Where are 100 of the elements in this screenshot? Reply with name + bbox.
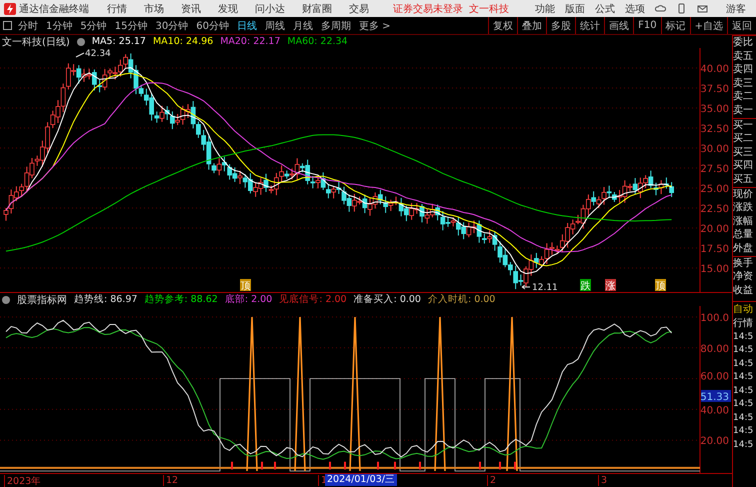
time-label: 2 — [487, 475, 496, 486]
menu-item[interactable]: 版面 — [565, 2, 585, 16]
indicator-value: 介入时机: 0.00 — [428, 293, 496, 306]
quote-label: 卖五 — [733, 50, 754, 64]
axis-label: 27.50 — [700, 164, 729, 175]
menu-item[interactable]: 发现 — [218, 2, 238, 16]
quote-label: 买三 — [733, 146, 754, 160]
quote-label: 买五 — [733, 172, 754, 187]
menu-item[interactable]: 市场 — [144, 2, 164, 16]
tool-button[interactable]: F10 — [633, 17, 661, 34]
time-label: 12 — [163, 475, 178, 486]
trade-time: 14:5 — [733, 412, 754, 425]
period-tab[interactable]: 15分钟 — [114, 18, 148, 32]
average-value: MA60: 22.34 — [287, 36, 348, 47]
period-tab[interactable]: 分时 — [18, 18, 38, 32]
tool-button[interactable]: 返回 — [727, 17, 756, 34]
quote-label: 总量 — [733, 228, 754, 242]
quote-label: 买一 — [733, 118, 756, 132]
menu-item[interactable]: 问小达 — [255, 2, 285, 16]
quote-label: 买四 — [733, 159, 754, 173]
quote-label: 净资 — [733, 270, 754, 284]
tool-button[interactable]: 画线 — [604, 17, 634, 34]
user-label[interactable]: 游客 — [726, 2, 746, 16]
signal-badge: 顶 — [240, 279, 251, 292]
tool-button[interactable]: 叠加 — [517, 17, 546, 34]
chart-title: 文一科技(日线) — [2, 36, 70, 48]
period-tab[interactable]: 更多 > — [358, 18, 391, 32]
trade-time: 14:5 — [733, 344, 754, 358]
trade-time: 14:5 — [733, 425, 754, 438]
menu-item[interactable]: 财富圈 — [302, 2, 332, 16]
quote-label: 卖一 — [733, 104, 754, 118]
average-value: MA20: 22.17 — [220, 36, 280, 47]
average-value: MA5: 25.17 — [92, 36, 146, 47]
axis-label: 32.50 — [700, 124, 729, 135]
time-label: 3 — [598, 475, 608, 486]
cursor-date: 2024/01/03/三 — [325, 474, 397, 486]
axis-label: 37.50 — [700, 84, 729, 95]
tool-button[interactable]: 多股 — [546, 17, 576, 34]
quote-label: 卖四 — [733, 63, 754, 77]
axis-label: 40.00 — [700, 64, 729, 75]
trades-label: 行情 — [733, 317, 754, 331]
average-value: MA10: 24.96 — [152, 36, 214, 47]
tool-button[interactable]: 标记 — [660, 17, 690, 34]
menu-item[interactable]: 交易 — [349, 2, 369, 16]
tool-button[interactable]: +自选 — [690, 17, 727, 34]
menu-item[interactable]: 功能 — [535, 2, 555, 16]
indicator-value: 趋势参考: 88.62 — [144, 293, 218, 306]
axis-label: 20.00 — [700, 224, 729, 235]
period-tab[interactable]: 5分钟 — [80, 18, 107, 32]
quote-label: 现价 — [733, 186, 756, 202]
auto-label[interactable]: 自动 — [733, 301, 756, 318]
signal-badge: 跌 — [580, 279, 591, 292]
quote-label: 委比 — [733, 35, 756, 50]
period-tab[interactable]: 30分钟 — [155, 18, 188, 32]
login-notice[interactable]: 证券交易未登录 — [393, 2, 463, 16]
panel-toggle-icon[interactable] — [3, 21, 12, 30]
axis-label: 25.00 — [700, 184, 729, 195]
period-tab[interactable]: 月线 — [292, 18, 313, 32]
time-label: 2023年 — [4, 475, 42, 487]
axis-label: 17.50 — [700, 244, 729, 255]
indicator-value: 趋势线: 86.97 — [74, 293, 138, 306]
trade-time: 14:5 — [733, 438, 754, 452]
tool-button[interactable]: 复权 — [488, 17, 518, 34]
quote-label: 卖三 — [733, 76, 754, 90]
period-tab[interactable]: 60分钟 — [196, 18, 229, 32]
signal-badge: 顶 — [655, 279, 666, 292]
mail-icon[interactable] — [697, 3, 708, 14]
axis-label: 40.00 — [700, 405, 729, 416]
signal-badge: 涨 — [605, 279, 616, 292]
period-tab[interactable]: 1分钟 — [46, 18, 72, 32]
indicator-value: 见底信号: 2.00 — [279, 293, 347, 306]
indicator-value: 准备买入: 0.00 — [354, 293, 421, 306]
period-tab[interactable]: 周线 — [264, 18, 285, 32]
quote-label: 收益 — [733, 284, 754, 298]
tool-button[interactable]: 统计 — [575, 17, 604, 34]
phone-icon[interactable] — [676, 3, 687, 14]
menu-item[interactable]: 公式 — [595, 2, 615, 16]
trade-time: 14:5 — [733, 371, 754, 384]
axis-label: 35.00 — [700, 104, 729, 115]
axis-label: 15.00 — [700, 264, 729, 275]
menu-item[interactable]: 选项 — [625, 2, 645, 16]
indicator-value: 底部: 2.00 — [224, 293, 272, 306]
trade-time: 14:5 — [733, 358, 754, 371]
indicator-name: 股票指标网 — [17, 294, 67, 307]
axis-label: 80.00 — [700, 344, 729, 355]
quote-label: 卖二 — [733, 90, 754, 104]
cloud-icon[interactable] — [655, 3, 666, 14]
stock-name: 文一科技 — [469, 2, 509, 16]
quote-label: 换手 — [733, 256, 756, 270]
menu-item[interactable]: 行情 — [107, 2, 127, 16]
current-value-tag: 51.33 — [700, 390, 731, 403]
quote-label: 涨跌 — [733, 201, 754, 215]
axis-label: 20.00 — [700, 436, 729, 448]
period-tab[interactable]: 日线 — [236, 18, 257, 32]
quote-label: 买二 — [733, 132, 754, 146]
quote-label: 外盘 — [733, 242, 754, 256]
menu-item[interactable]: 资讯 — [181, 2, 201, 16]
axis-label: 30.00 — [700, 144, 729, 155]
period-tab[interactable]: 多周期 — [320, 18, 351, 32]
app-name: 通达信金融终端 — [19, 2, 89, 16]
